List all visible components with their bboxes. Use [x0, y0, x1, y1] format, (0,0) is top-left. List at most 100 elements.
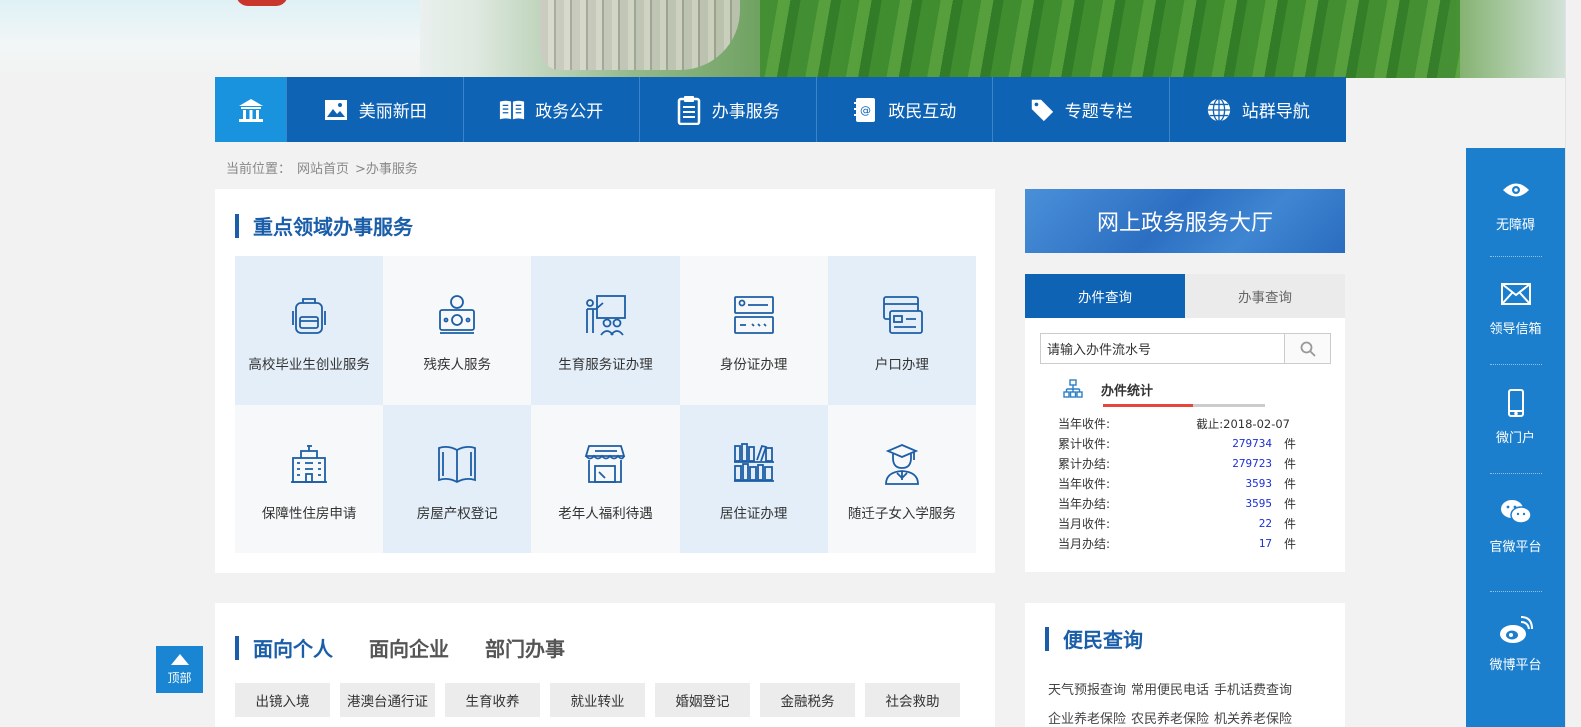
convenience-links: 天气预报查询 常用便民电话 手机话费查询 企业养老保险 农民养老保险 机关养老保… — [1048, 676, 1338, 727]
nav-item-services[interactable]: 办事服务 — [640, 77, 817, 142]
audience-tabs: 面向个人 面向企业 部门办事 — [235, 633, 601, 662]
link-farmer-pension[interactable]: 农民养老保险 — [1131, 705, 1209, 727]
chip-hk-macau-taiwan-pass[interactable]: 港澳台通行证 — [340, 683, 435, 717]
register-card-icon — [882, 296, 923, 335]
address-book-icon: @ — [852, 97, 878, 123]
stats-unit: 件 — [1284, 477, 1297, 492]
breadcrumb: 当前位置： 网站首页 >办事服务 — [226, 158, 418, 177]
link-enterprise-pension[interactable]: 企业养老保险 — [1048, 705, 1126, 727]
stats-unit: 件 — [1284, 497, 1297, 511]
sidebar-item-leader-mailbox[interactable]: 领导信箱 — [1466, 279, 1565, 337]
search-button[interactable] — [1284, 334, 1330, 363]
search-icon — [1300, 341, 1316, 357]
stats-unit: 件 — [1284, 516, 1297, 531]
section-title: 重点领域办事服务 — [235, 211, 413, 240]
book-icon — [438, 445, 477, 483]
sidebar-item-wechat[interactable]: 官微平台 — [1466, 497, 1565, 555]
sidebar-item-micro-portal[interactable]: 微门户 — [1466, 388, 1565, 446]
service-residence-permit[interactable]: 居住证办理 — [679, 404, 828, 553]
tab-individuals[interactable]: 面向个人 — [253, 633, 333, 662]
service-property-registration[interactable]: 房屋产权登记 — [383, 404, 532, 553]
sidebar-item-weibo[interactable]: 微博平台 — [1466, 615, 1565, 673]
chip-social-assistance[interactable]: 社会救助 — [865, 683, 960, 717]
service-grid: 高校毕业生创业服务 残疾人服务 生育服务证办理 身份证办理 户口办理 保障性住房… — [235, 256, 976, 553]
eye-icon — [1499, 175, 1533, 205]
tab-service-query[interactable]: 办事查询 — [1185, 274, 1345, 318]
stats-date: 截止:2018-02-07 — [1196, 416, 1290, 431]
service-id-card[interactable]: 身份证办理 — [679, 256, 828, 405]
stats-key: 当年收件: — [1058, 417, 1111, 432]
page-scrollbar[interactable] — [1565, 0, 1581, 727]
mail-icon — [1499, 279, 1533, 309]
wechat-icon — [1499, 497, 1533, 527]
link-weather[interactable]: 天气预报查询 — [1048, 676, 1126, 705]
chip-marriage-registration[interactable]: 婚姻登记 — [655, 683, 750, 717]
service-graduate-startup[interactable]: 高校毕业生创业服务 — [235, 256, 384, 405]
section-title: 便民查询 — [1045, 624, 1143, 653]
banner-sky — [0, 0, 420, 78]
service-migrant-children-schooling[interactable]: 随迁子女入学服务 — [827, 404, 976, 553]
sidebar-item-label: 微博平台 — [1489, 658, 1542, 673]
query-tabs: 办件查询 办事查询 — [1025, 274, 1345, 318]
link-phone-numbers[interactable]: 常用便民电话 — [1131, 676, 1209, 705]
service-elderly-welfare[interactable]: 老年人福利待遇 — [531, 404, 680, 553]
online-service-hall-button[interactable]: 网上政务服务大厅 — [1025, 189, 1345, 253]
nav-label: 专题专栏 — [1064, 102, 1133, 122]
tab-enterprises[interactable]: 面向企业 — [369, 633, 449, 662]
nav-item-site-navigation[interactable]: 站群导航 — [1170, 77, 1347, 142]
stats-value: 22 — [1258, 516, 1272, 530]
floating-sidebar: 无障碍 领导信箱 微门户 官微平台 微博平台 — [1466, 148, 1565, 727]
service-affordable-housing[interactable]: 保障性住房申请 — [235, 404, 384, 553]
tag-icon — [1029, 97, 1055, 123]
nav-item-government-affairs[interactable]: 政务公开 — [464, 77, 640, 142]
nav-label: 办事服务 — [711, 102, 780, 122]
chip-employment[interactable]: 就业转业 — [550, 683, 645, 717]
chip-exit-entry[interactable]: 出镜入境 — [235, 683, 330, 717]
nav-home[interactable] — [215, 77, 287, 142]
service-label: 保障性住房申请 — [261, 505, 357, 522]
chip-finance-tax[interactable]: 金融税务 — [760, 683, 855, 717]
back-to-top-button[interactable]: 顶部 — [156, 646, 203, 693]
case-number-input[interactable] — [1041, 334, 1284, 363]
service-disabled-persons[interactable]: 残疾人服务 — [383, 256, 532, 405]
stats-progress — [1103, 404, 1265, 407]
main-nav: 美丽新田 政务公开 办事服务 @ 政民互动 专题专栏 站群导航 — [215, 77, 1346, 142]
bookshelf-icon — [733, 442, 774, 482]
service-household-registration[interactable]: 户口办理 — [827, 256, 976, 405]
nav-label: 政务公开 — [535, 102, 604, 122]
sidebar-divider — [1490, 591, 1542, 592]
chip-birth-adoption[interactable]: 生育收养 — [445, 683, 540, 717]
nav-item-special-topics[interactable]: 专题专栏 — [993, 77, 1170, 142]
service-label: 户口办理 — [874, 357, 929, 374]
breadcrumb-home-link[interactable]: 网站首页 — [297, 158, 349, 177]
shop-icon — [585, 444, 626, 483]
building-icon — [291, 444, 328, 483]
nav-item-interaction[interactable]: @ 政民互动 — [817, 77, 993, 142]
stats-row: 当月办结: 17 件 — [1058, 533, 1298, 553]
nav-label: 美丽新田 — [358, 102, 427, 122]
sidebar-item-label: 微门户 — [1495, 431, 1535, 446]
nav-item-beautiful-xintian[interactable]: 美丽新田 — [287, 77, 464, 142]
sidebar-item-label: 领导信箱 — [1489, 322, 1542, 337]
tab-departments[interactable]: 部门办事 — [485, 633, 565, 662]
stats-key: 当年收件: — [1058, 477, 1111, 492]
tab-case-query[interactable]: 办件查询 — [1025, 274, 1185, 318]
section-title-text: 便民查询 — [1063, 628, 1143, 652]
query-panel: 办件查询 办事查询 办件统计 当年收件: 截止:2018-02-07 累计收件:… — [1025, 274, 1345, 572]
site-emblem[interactable] — [236, 0, 288, 6]
clipboard-icon — [676, 95, 702, 125]
sidebar-item-accessibility[interactable]: 无障碍 — [1466, 175, 1565, 233]
service-fertility-certificate[interactable]: 生育服务证办理 — [531, 256, 680, 405]
image-icon — [323, 97, 349, 123]
family-board-icon — [586, 295, 627, 336]
sidebar-divider — [1490, 364, 1542, 365]
stats-title: 办件统计 — [1101, 383, 1154, 399]
hall-label: 网上政务服务大厅 — [1096, 211, 1273, 236]
service-label: 残疾人服务 — [423, 357, 492, 374]
weibo-icon — [1499, 615, 1533, 645]
link-agency-pension[interactable]: 机关养老保险 — [1214, 705, 1292, 727]
header-banner — [0, 0, 1581, 78]
open-book-icon — [499, 97, 525, 123]
service-label: 房屋产权登记 — [416, 505, 498, 522]
link-mobile-bill[interactable]: 手机话费查询 — [1214, 676, 1292, 705]
